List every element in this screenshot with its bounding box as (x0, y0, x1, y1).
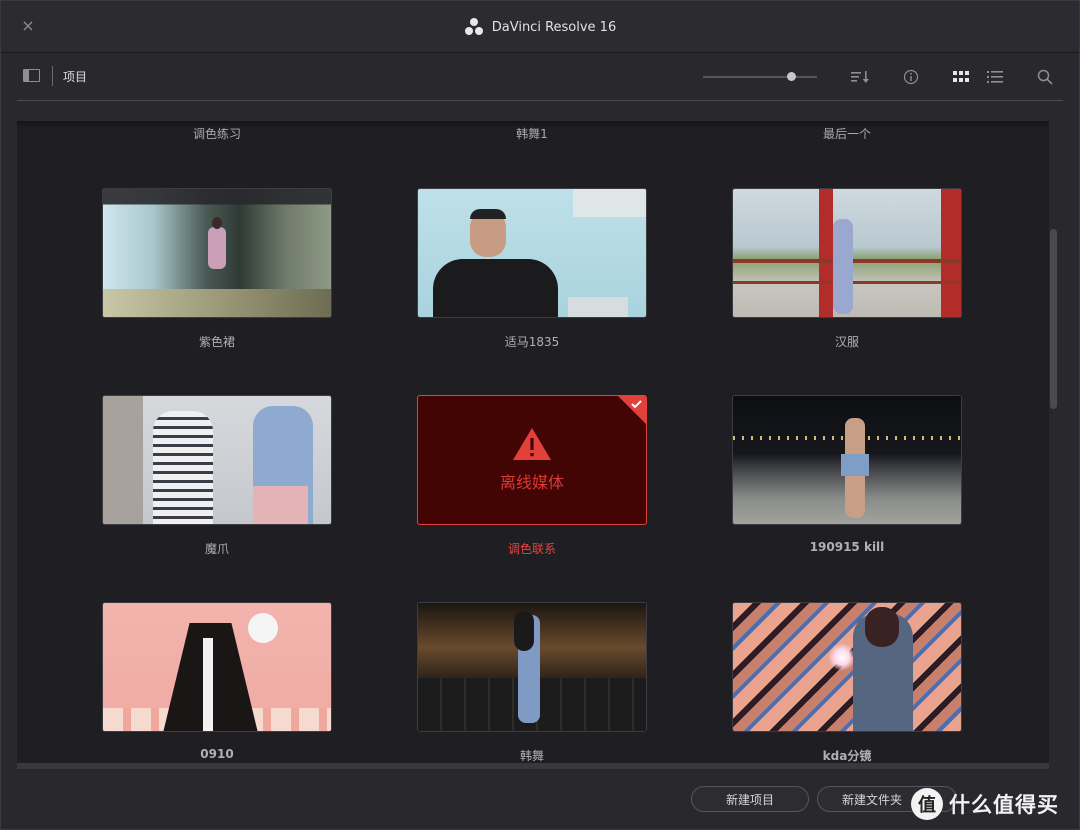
project-card[interactable] (732, 395, 962, 525)
offline-media-text: 离线媒体 (499, 473, 564, 492)
title-bar: × DaVinci Resolve 16 (1, 1, 1079, 53)
project-grid[interactable]: 调色练习 韩舞1 最后一个 紫色裙 适马1835 汉服 魔爪 离线媒体 调色联系… (17, 121, 1049, 769)
new-project-button[interactable]: 新建项目 (691, 786, 809, 812)
project-thumbnail (418, 603, 646, 731)
project-card[interactable] (417, 602, 647, 732)
project-thumbnail (103, 396, 331, 524)
project-name: 调色联系 (507, 542, 556, 556)
watermark-text: 什么值得买 (949, 793, 1059, 817)
project-thumbnail (418, 189, 646, 317)
watermark: 值 什么值得买 (911, 787, 1059, 821)
project-label-partial: 调色练习 (192, 127, 241, 141)
content-bottom-edge (17, 763, 1049, 769)
project-name: 汉服 (834, 335, 859, 349)
offline-media-placeholder: 离线媒体 (418, 396, 646, 524)
search-icon[interactable] (1035, 67, 1055, 87)
project-thumbnail (103, 603, 331, 731)
project-thumbnail (103, 189, 331, 317)
project-thumbnail (733, 189, 961, 317)
project-thumbnail (733, 396, 961, 524)
project-name: 190915 kill (809, 540, 885, 554)
vertical-scrollbar[interactable] (1050, 229, 1057, 409)
project-card[interactable] (417, 188, 647, 318)
warning-icon (513, 428, 551, 460)
project-name: 魔爪 (204, 542, 229, 556)
selected-check-icon (618, 396, 646, 424)
zoom-slider-thumb[interactable] (787, 72, 796, 81)
project-name: kda分镜 (822, 749, 872, 763)
project-name: 韩舞 (519, 749, 544, 763)
list-view-icon[interactable] (985, 67, 1005, 87)
window-title: DaVinci Resolve 16 (491, 19, 617, 35)
project-name: 0910 (200, 747, 234, 761)
project-card[interactable] (102, 188, 332, 318)
toolbar: 项目 (17, 53, 1063, 101)
project-label-partial: 韩舞1 (516, 127, 548, 141)
project-label-partial: 最后一个 (822, 127, 871, 141)
panel-toggle-icon[interactable] (23, 69, 40, 82)
watermark-logo: 值 (911, 788, 943, 820)
project-card[interactable] (732, 602, 962, 732)
davinci-logo-icon (464, 17, 484, 37)
project-card[interactable] (732, 188, 962, 318)
sort-icon[interactable] (850, 67, 870, 87)
project-manager-window: × DaVinci Resolve 16 项目 调色练习 韩舞1 最后一个 紫色… (0, 0, 1080, 830)
project-card[interactable] (102, 602, 332, 732)
breadcrumb[interactable]: 项目 (63, 68, 87, 85)
thumbnail-zoom-slider[interactable] (703, 72, 817, 81)
project-name: 适马1835 (504, 335, 560, 349)
zoom-slider-track (703, 76, 817, 78)
project-card-selected[interactable]: 离线媒体 (417, 395, 647, 525)
info-icon[interactable] (901, 67, 921, 87)
project-name: 紫色裙 (198, 335, 235, 349)
project-card[interactable] (102, 395, 332, 525)
grid-view-icon[interactable] (951, 67, 971, 87)
project-thumbnail (733, 603, 961, 731)
toolbar-divider (52, 66, 53, 86)
